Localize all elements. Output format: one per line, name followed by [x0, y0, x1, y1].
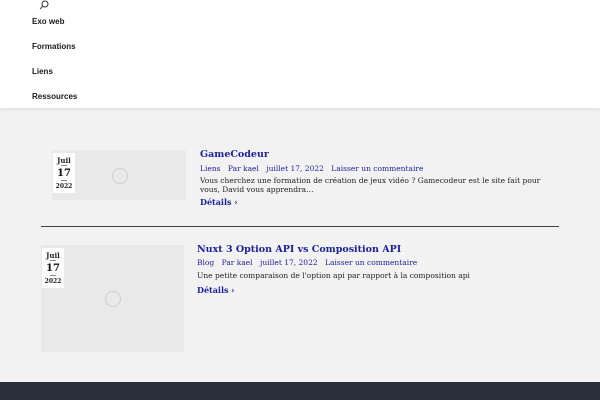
post-meta: Blog Par kael juillet 17, 2022 Laisser u… — [197, 258, 422, 267]
post-comment-link[interactable]: Laisser un commentaire — [331, 164, 423, 173]
post-title[interactable]: Nuxt 3 Option API vs Composition API — [197, 244, 401, 255]
chevron-right-icon: › — [234, 197, 238, 207]
post-date-badge: Juil 17 2022 — [42, 248, 64, 288]
post-title[interactable]: GameCodeur — [200, 149, 269, 160]
site-header: Exo web Formations Liens Ressources — [0, 0, 600, 108]
post-author-link[interactable]: Par kael — [228, 164, 259, 173]
post-details-link[interactable]: Détails › — [200, 197, 238, 207]
post-date-link[interactable]: juillet 17, 2022 — [266, 164, 324, 173]
badge-year: 2022 — [44, 278, 62, 285]
badge-month: Juil — [57, 156, 71, 165]
badge-year: 2022 — [55, 183, 73, 190]
details-label: Détails — [197, 285, 229, 295]
badge-day: 17 — [46, 263, 60, 274]
post-category-link[interactable]: Liens — [200, 164, 221, 173]
post-meta: Liens Par kael juillet 17, 2022 Laisser … — [200, 164, 428, 173]
site-footer — [0, 382, 600, 400]
badge-separator — [61, 180, 67, 181]
nav-item-formations[interactable]: Formations — [32, 42, 76, 51]
post-date-link[interactable]: juillet 17, 2022 — [260, 258, 318, 267]
post-excerpt: Vous cherchez une formation de création … — [200, 176, 541, 194]
badge-day: 17 — [57, 168, 71, 179]
search-icon[interactable] — [39, 0, 49, 10]
chevron-right-icon: › — [231, 285, 235, 295]
nav-item-ressources[interactable]: Ressources — [32, 92, 77, 101]
post-divider — [41, 226, 559, 227]
nav-item-liens[interactable]: Liens — [32, 67, 53, 76]
post-date-badge: Juil 17 2022 — [53, 153, 75, 193]
badge-separator — [61, 165, 67, 166]
loading-spinner-icon — [105, 291, 121, 307]
post-details-link[interactable]: Détails › — [197, 285, 235, 295]
badge-separator — [50, 260, 56, 261]
nav-item-exo-web[interactable]: Exo web — [32, 17, 64, 26]
post-author-link[interactable]: Par kael — [222, 258, 253, 267]
loading-spinner-icon — [112, 168, 128, 184]
post-excerpt: Une petite comparaison de l'option api p… — [197, 271, 470, 280]
details-label: Détails — [200, 197, 232, 207]
badge-separator — [50, 275, 56, 276]
post-category-link[interactable]: Blog — [197, 258, 214, 267]
badge-month: Juil — [46, 251, 60, 260]
post-comment-link[interactable]: Laisser un commentaire — [325, 258, 417, 267]
